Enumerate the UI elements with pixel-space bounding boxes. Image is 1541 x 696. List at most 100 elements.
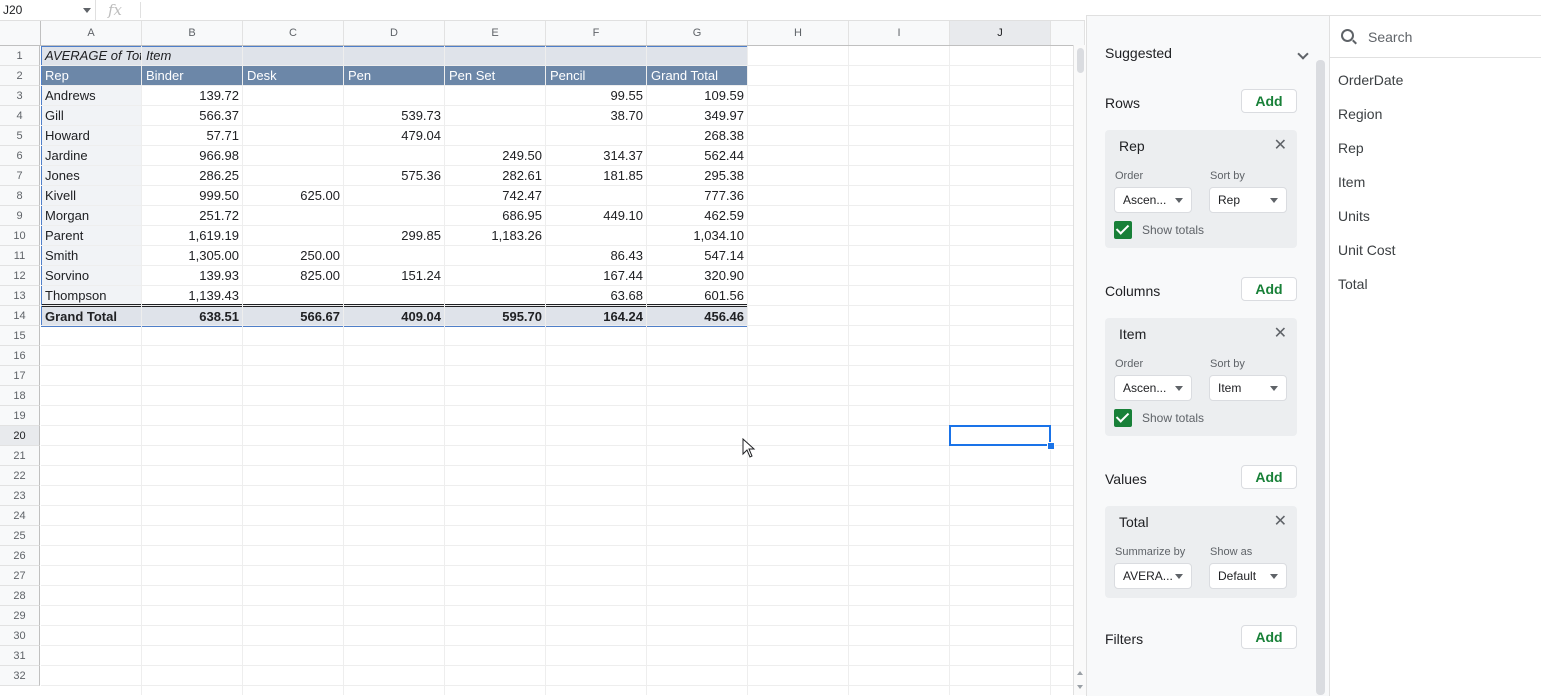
pivot-row-label[interactable]: Gill	[41, 106, 142, 126]
column-header[interactable]: B	[142, 21, 243, 45]
values-summarize-dropdown[interactable]: AVERA...	[1114, 563, 1192, 589]
pivot-column-field-label[interactable]: Item	[142, 46, 748, 66]
row-header[interactable]: 12	[0, 266, 40, 286]
row-header[interactable]: 23	[0, 486, 40, 506]
pivot-value-cell[interactable]: 86.43	[546, 246, 647, 266]
row-header[interactable]: 15	[0, 326, 40, 346]
grid-vertical-scrollbar[interactable]	[1073, 45, 1086, 695]
row-header[interactable]: 26	[0, 546, 40, 566]
scroll-down-icon[interactable]	[1077, 685, 1083, 689]
pivot-row-label[interactable]: Kivell	[41, 186, 142, 206]
pivot-value-cell[interactable]	[243, 86, 344, 106]
row-header[interactable]: 22	[0, 466, 40, 486]
add-rows-button[interactable]: Add	[1241, 89, 1297, 113]
pivot-row-label[interactable]: Morgan	[41, 206, 142, 226]
name-box[interactable]: J20	[0, 0, 96, 20]
pivot-value-cell[interactable]: 1,183.26	[445, 226, 546, 246]
pivot-value-cell[interactable]: 742.47	[445, 186, 546, 206]
row-header[interactable]: 1	[0, 46, 40, 66]
add-filters-button[interactable]: Add	[1241, 625, 1297, 649]
pivot-value-cell[interactable]	[243, 286, 344, 306]
grand-total-value[interactable]: 566.67	[243, 307, 344, 327]
pivot-value-cell[interactable]	[445, 246, 546, 266]
pivot-value-cell[interactable]	[344, 286, 445, 306]
field-list-item[interactable]: Rep	[1338, 140, 1364, 156]
pivot-value-cell[interactable]	[344, 146, 445, 166]
values-showas-dropdown[interactable]: Default	[1209, 563, 1287, 589]
row-header[interactable]: 18	[0, 386, 40, 406]
pivot-value-cell[interactable]: 1,139.43	[142, 286, 243, 306]
pivot-value-cell[interactable]: 449.10	[546, 206, 647, 226]
pivot-value-cell[interactable]	[546, 226, 647, 246]
pivot-value-cell[interactable]: 479.04	[344, 126, 445, 146]
row-header[interactable]: 20	[0, 426, 40, 446]
pivot-row-label[interactable]: Jones	[41, 166, 142, 186]
pivot-value-cell[interactable]: 777.36	[647, 186, 748, 206]
grand-total-value[interactable]: 164.24	[546, 307, 647, 327]
pivot-row-label[interactable]: Thompson	[41, 286, 142, 306]
pivot-value-cell[interactable]	[344, 246, 445, 266]
pivot-value-cell[interactable]	[243, 126, 344, 146]
row-header[interactable]: 13	[0, 286, 40, 306]
pivot-row-label[interactable]: Smith	[41, 246, 142, 266]
row-header[interactable]: 16	[0, 346, 40, 366]
pivot-value-cell[interactable]: 63.68	[546, 286, 647, 306]
pivot-value-cell[interactable]: 268.38	[647, 126, 748, 146]
row-header[interactable]: 19	[0, 406, 40, 426]
pivot-value-cell[interactable]	[243, 206, 344, 226]
row-header[interactable]: 25	[0, 526, 40, 546]
pivot-value-cell[interactable]: 1,619.19	[142, 226, 243, 246]
pivot-value-cell[interactable]: 601.56	[647, 286, 748, 306]
pivot-value-cell[interactable]	[445, 286, 546, 306]
pivot-value-cell[interactable]: 109.59	[647, 86, 748, 106]
column-header[interactable]: F	[546, 21, 647, 45]
pivot-column-header[interactable]: Pen	[344, 66, 445, 86]
columns-order-dropdown[interactable]: Ascen...	[1114, 375, 1192, 401]
pivot-value-cell[interactable]	[445, 266, 546, 286]
row-header[interactable]: 5	[0, 126, 40, 146]
pivot-value-cell[interactable]: 625.00	[243, 186, 344, 206]
row-header[interactable]: 7	[0, 166, 40, 186]
column-header[interactable]: A	[41, 21, 142, 45]
pivot-value-cell[interactable]: 299.85	[344, 226, 445, 246]
pivot-column-header[interactable]: Grand Total	[647, 66, 748, 86]
pivot-value-cell[interactable]: 139.72	[142, 86, 243, 106]
pivot-value-cell[interactable]: 251.72	[142, 206, 243, 226]
pivot-value-cell[interactable]: 151.24	[344, 266, 445, 286]
pivot-row-label[interactable]: Andrews	[41, 86, 142, 106]
row-header[interactable]: 17	[0, 366, 40, 386]
pivot-value-cell[interactable]: 1,034.10	[647, 226, 748, 246]
pivot-value-cell[interactable]: 250.00	[243, 246, 344, 266]
pivot-row-label[interactable]: Parent	[41, 226, 142, 246]
pivot-value-cell[interactable]: 286.25	[142, 166, 243, 186]
row-header[interactable]: 10	[0, 226, 40, 246]
pivot-value-cell[interactable]	[445, 106, 546, 126]
row-header[interactable]: 3	[0, 86, 40, 106]
pivot-value-cell[interactable]: 249.50	[445, 146, 546, 166]
pivot-value-cell[interactable]: 57.71	[142, 126, 243, 146]
pivot-value-cell[interactable]	[445, 126, 546, 146]
column-header[interactable]: D	[344, 21, 445, 45]
pivot-value-cell[interactable]	[546, 186, 647, 206]
pivot-value-cell[interactable]: 38.70	[546, 106, 647, 126]
row-header[interactable]: 11	[0, 246, 40, 266]
chevron-down-icon[interactable]	[1297, 48, 1309, 60]
pivot-row-label[interactable]: Sorvino	[41, 266, 142, 286]
row-header[interactable]: 27	[0, 566, 40, 586]
pivot-value-cell[interactable]: 825.00	[243, 266, 344, 286]
field-list-item[interactable]: Unit Cost	[1338, 242, 1396, 258]
pivot-column-header[interactable]: Pen Set	[445, 66, 546, 86]
row-header[interactable]: 2	[0, 66, 40, 86]
grand-total-value[interactable]: 409.04	[344, 307, 445, 327]
row-header[interactable]: 14	[0, 306, 40, 326]
pivot-value-cell[interactable]: 462.59	[647, 206, 748, 226]
pivot-value-cell[interactable]	[344, 86, 445, 106]
pivot-value-cell[interactable]: 539.73	[344, 106, 445, 126]
pivot-title-cell[interactable]: AVERAGE of Tota	[41, 46, 142, 66]
rows-sortby-dropdown[interactable]: Rep	[1209, 187, 1287, 213]
pivot-value-cell[interactable]: 320.90	[647, 266, 748, 286]
row-header[interactable]: 30	[0, 626, 40, 646]
scroll-up-icon[interactable]	[1077, 671, 1083, 675]
chevron-down-icon[interactable]	[83, 8, 91, 13]
field-list-item[interactable]: Item	[1338, 174, 1365, 190]
